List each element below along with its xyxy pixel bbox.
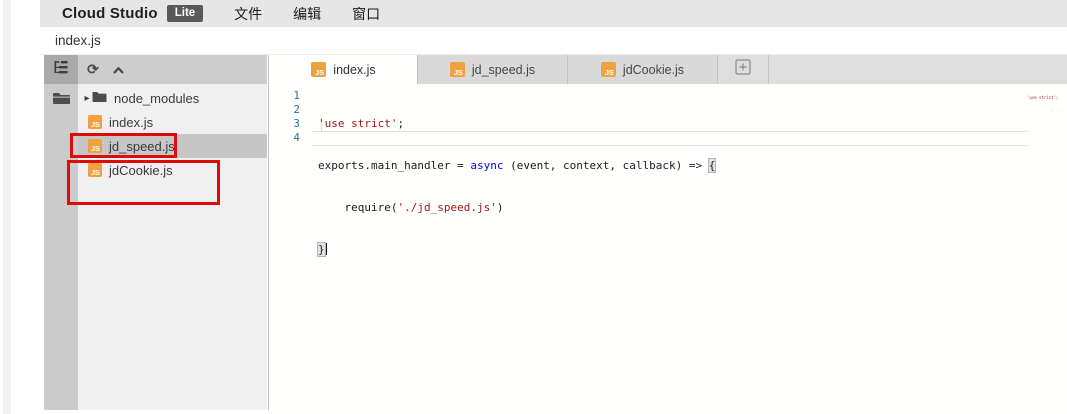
text-cursor: [326, 243, 327, 255]
js-file-icon: JS: [88, 139, 102, 153]
tree-item-label: node_modules: [114, 91, 199, 106]
new-tab-button[interactable]: [717, 55, 769, 84]
js-file-icon: JS: [311, 62, 326, 77]
code-line: exports.main_handler = async (event, con…: [318, 159, 715, 173]
menu-window[interactable]: 窗口: [352, 4, 380, 24]
explorer-view-button[interactable]: [44, 55, 78, 84]
list-tree-icon: [53, 60, 69, 80]
js-file-icon: JS: [450, 62, 465, 77]
app-title: Cloud Studio: [62, 5, 158, 22]
tree-item-jdcookie-js[interactable]: JS jdCookie.js: [78, 158, 267, 182]
tab-label: jdCookie.js: [623, 63, 684, 77]
panel-divider[interactable]: [268, 55, 269, 410]
files-view-button[interactable]: [44, 84, 78, 116]
left-scroll-track[interactable]: [3, 0, 11, 414]
tab-label: jd_speed.js: [472, 63, 535, 77]
tab-label: index.js: [333, 63, 375, 77]
editor-tab-bar: JS index.js JS jd_speed.js JS jdCookie.j…: [270, 55, 1067, 84]
tree-item-index-js[interactable]: JS index.js: [78, 110, 267, 134]
js-file-icon: JS: [88, 115, 102, 129]
chevron-right-icon[interactable]: ▸: [82, 93, 92, 104]
tree-item-label: jdCookie.js: [109, 163, 173, 178]
tab-jdcookie-js[interactable]: JS jdCookie.js: [567, 55, 717, 84]
refresh-icon[interactable]: ⟳: [85, 62, 101, 78]
line-number: 3: [270, 117, 300, 131]
line-number: 4: [270, 131, 300, 145]
file-explorer: ⟳ ▸ node_modules JS index.js: [78, 55, 267, 410]
code-content: 'use strict'; exports.main_handler = asy…: [318, 89, 715, 285]
folder-icon: [52, 90, 71, 111]
breadcrumb: index.js: [40, 27, 1067, 55]
tree-item-label: index.js: [109, 115, 153, 130]
minimap[interactable]: 'use strict'; exports.main_handler = asy…: [1027, 85, 1067, 111]
folder-icon: [92, 90, 107, 106]
lite-badge: Lite: [167, 5, 203, 22]
menu-edit[interactable]: 编辑: [293, 4, 321, 24]
line-number: 1: [270, 89, 300, 103]
activity-bar: [44, 55, 78, 410]
code-editor[interactable]: 1 2 3 4 'use strict'; exports.main_handl…: [270, 84, 1067, 414]
js-file-icon: JS: [88, 163, 102, 177]
menu-file[interactable]: 文件: [234, 4, 262, 24]
tab-jd-speed-js[interactable]: JS jd_speed.js: [417, 55, 567, 84]
tree-item-jd-speed-js[interactable]: JS jd_speed.js: [78, 134, 267, 158]
explorer-toolbar: ⟳: [78, 55, 267, 84]
add-tab-icon: [735, 59, 751, 80]
breadcrumb-filename: index.js: [55, 33, 101, 48]
tree-item-node-modules[interactable]: ▸ node_modules: [78, 86, 267, 110]
code-line: require('./jd_speed.js'): [318, 201, 715, 215]
js-file-icon: JS: [601, 62, 616, 77]
collapse-all-icon[interactable]: [110, 62, 126, 78]
code-line: 'use strict';: [318, 117, 715, 131]
line-number-gutter: 1 2 3 4: [270, 89, 300, 145]
tree-item-label: jd_speed.js: [109, 139, 175, 154]
line-number: 2: [270, 103, 300, 117]
top-menu-bar: Cloud Studio Lite 文件 编辑 窗口: [40, 0, 1067, 27]
code-line: }: [318, 243, 715, 257]
file-tree: ▸ node_modules JS index.js JS jd_speed.j…: [78, 84, 267, 182]
tab-index-js[interactable]: JS index.js: [270, 55, 417, 84]
